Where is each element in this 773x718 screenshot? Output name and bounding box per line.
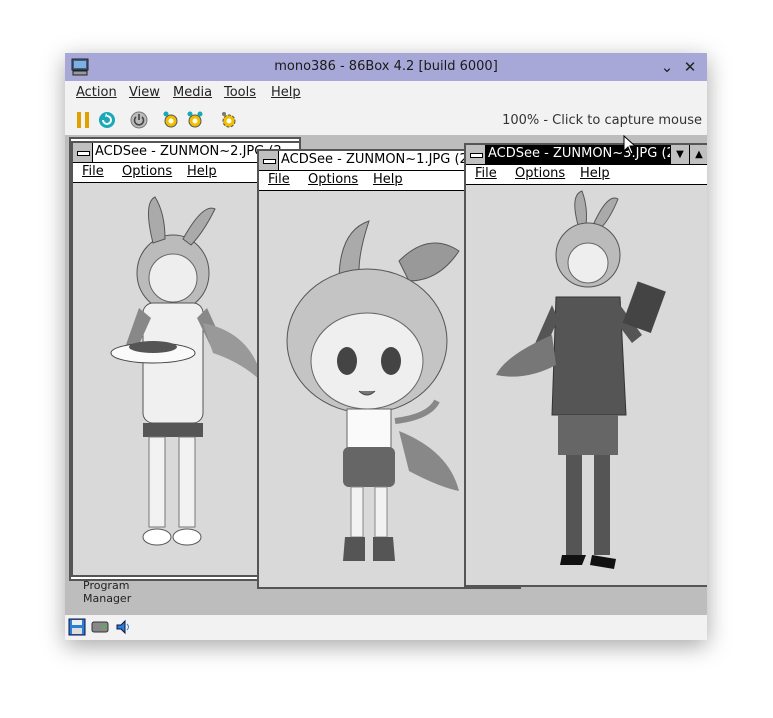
menu-help[interactable]: Help: [580, 166, 610, 181]
menubar-window-3: File Options Help: [466, 165, 707, 185]
system-menu-icon[interactable]: [73, 143, 93, 162]
status-bar: [65, 615, 707, 640]
menu-options[interactable]: Options: [515, 166, 565, 181]
menu-media[interactable]: Media: [173, 85, 212, 100]
window-title: mono386 - 86Box 4.2 [build 6000]: [274, 59, 498, 74]
caption-window-3[interactable]: ACDSee - ZUNMON~3.JPG (2 ▼ ▲: [466, 145, 707, 165]
emulator-window: mono386 - 86Box 4.2 [build 6000] ⌄ ✕ Act…: [65, 53, 707, 640]
cad-icon[interactable]: [161, 110, 181, 130]
menu-bar: Action View Media Tools Help: [65, 81, 707, 105]
sound-icon[interactable]: [115, 618, 133, 636]
system-menu-icon[interactable]: [466, 145, 486, 164]
hard-disk-icon[interactable]: [91, 618, 109, 636]
gear-icon[interactable]: [219, 110, 239, 130]
acdsee-window-1[interactable]: ACDSee - ZUNMON~1.JPG (2 File Options He…: [257, 149, 467, 589]
acdsee-window-3[interactable]: ACDSee - ZUNMON~3.JPG (2 ▼ ▲ File Option…: [464, 143, 707, 587]
menu-file[interactable]: File: [475, 166, 497, 181]
reset-icon[interactable]: [97, 110, 117, 130]
mouse-cursor-icon: [623, 135, 637, 155]
pause-icon[interactable]: [73, 110, 93, 130]
guest-screen[interactable]: ACDSee - ZUNMON~2.JPG (2 File Options He…: [65, 135, 707, 615]
illustration-chibi-girl: [286, 220, 460, 561]
menu-file[interactable]: File: [268, 172, 290, 187]
menu-tools[interactable]: Tools: [224, 85, 256, 100]
floppy-icon[interactable]: [68, 618, 86, 636]
menu-file[interactable]: File: [82, 164, 104, 179]
menu-action[interactable]: Action: [76, 85, 117, 100]
menu-options[interactable]: Options: [122, 164, 172, 179]
menu-options[interactable]: Options: [308, 172, 358, 187]
menubar-window-1: File Options Help: [259, 171, 465, 191]
program-manager-label[interactable]: Program Manager: [83, 579, 131, 605]
menu-help[interactable]: Help: [271, 85, 301, 100]
cad-icon-2[interactable]: [185, 110, 205, 130]
menu-help[interactable]: Help: [187, 164, 217, 179]
close-button[interactable]: ✕: [680, 57, 700, 77]
illustration-suit-girl: [496, 190, 666, 569]
image-view-1: [259, 191, 465, 587]
maximize-arrow-icon[interactable]: ▲: [689, 145, 707, 164]
caption-window-1[interactable]: ACDSee - ZUNMON~1.JPG (2: [259, 151, 465, 171]
title-bar: mono386 - 86Box 4.2 [build 6000] ⌄ ✕: [65, 53, 707, 81]
minimize-button[interactable]: ⌄: [657, 57, 677, 77]
image-view-3: [466, 185, 707, 585]
menu-view[interactable]: View: [129, 85, 160, 100]
power-icon[interactable]: [129, 110, 149, 130]
capture-status[interactable]: 100% - Click to capture mouse: [502, 113, 702, 128]
minimize-arrow-icon[interactable]: ▼: [670, 145, 689, 164]
toolbar: 100% - Click to capture mouse: [65, 105, 707, 135]
menu-help[interactable]: Help: [373, 172, 403, 187]
system-menu-icon[interactable]: [259, 151, 279, 170]
